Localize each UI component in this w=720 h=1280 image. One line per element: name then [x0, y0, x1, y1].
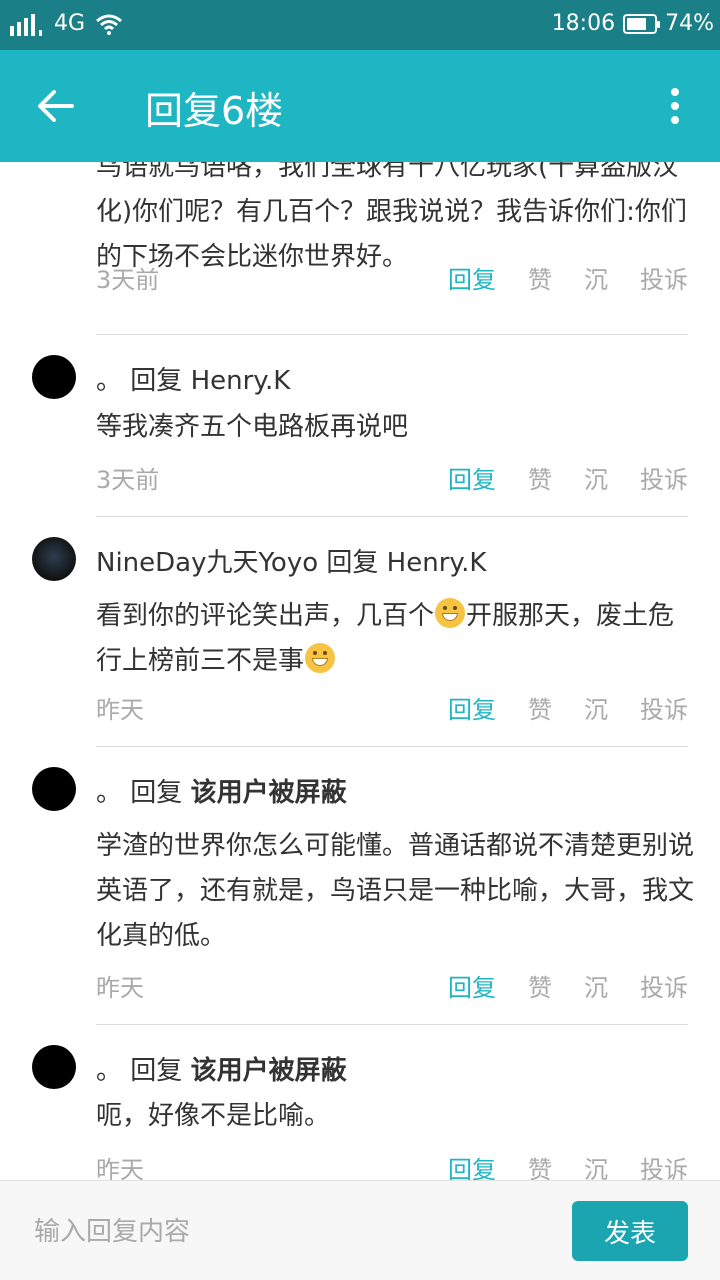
like-button[interactable]: 赞 [528, 690, 552, 725]
post-text: 看到你的评论笑出声，几百个 开服那天，废土危行上榜前三不是事 [96, 594, 696, 684]
reply-button[interactable]: 回复 [448, 1150, 496, 1180]
post-meta: 昨天 回复 赞 沉 投诉 [96, 968, 688, 1008]
report-button[interactable]: 投诉 [640, 1150, 688, 1180]
divider [96, 516, 688, 517]
battery-icon [623, 13, 661, 34]
like-button[interactable]: 赞 [528, 1150, 552, 1180]
reply-bar: 发表 [0, 1180, 720, 1280]
grin-emoji-icon [305, 643, 336, 673]
report-button[interactable]: 投诉 [640, 968, 688, 1003]
like-button[interactable]: 赞 [528, 460, 552, 495]
post-header: NineDay九天Yoyo 回复 Henry.K [96, 542, 486, 579]
sink-button[interactable]: 沉 [584, 690, 608, 725]
post-time: 昨天 [96, 1156, 144, 1180]
reply-word: 回复 [130, 1056, 183, 1086]
post-time: 3天前 [96, 466, 160, 494]
post-meta: 3天前 回复 赞 沉 投诉 [96, 460, 688, 500]
post-time: 昨天 [96, 696, 144, 724]
avatar[interactable] [32, 1045, 76, 1089]
post-meta: 昨天 回复 赞 沉 投诉 [96, 1150, 688, 1180]
network-type: 4G [54, 11, 86, 36]
like-button[interactable]: 赞 [528, 260, 552, 295]
reply-input[interactable] [32, 1211, 536, 1253]
post-text: 呃，好像不是比喻。 [96, 1101, 331, 1131]
post-text: 等我凑齐五个电路板再说吧 [96, 412, 409, 442]
post-text: 学渣的世界你怎么可能懂。普通话都说不清楚更别说英语了，还有就是，鸟语只是一种比喻… [96, 831, 695, 951]
sink-button[interactable]: 沉 [584, 1150, 608, 1180]
reply-target[interactable]: 该用户被屏蔽 [191, 778, 347, 808]
avatar[interactable] [32, 767, 76, 811]
post-time: 昨天 [96, 974, 144, 1002]
sink-button[interactable]: 沉 [584, 460, 608, 495]
divider [96, 1024, 688, 1025]
avatar[interactable] [32, 355, 76, 399]
post-text-part: 看到你的评论笑出声，几百个 [96, 601, 435, 631]
signal-icon [10, 13, 42, 36]
clock: 18:06 [551, 11, 616, 36]
reply-button[interactable]: 回复 [448, 260, 496, 295]
reply-button[interactable]: 回复 [448, 690, 496, 725]
reply-target[interactable]: Henry.K [191, 366, 291, 396]
username[interactable]: 。 [96, 778, 122, 808]
battery-percent: 74% [665, 11, 714, 36]
post-header: 。 回复 该用户被屏蔽 [96, 772, 347, 809]
report-button[interactable]: 投诉 [640, 460, 688, 495]
divider [96, 334, 688, 335]
reply-list[interactable]: 鸟语就鸟语咯，我们全球有十八亿玩家(十算盗版汉化)你们呢？有几百个？跟我说说？我… [0, 162, 720, 1180]
post-header: 。 回复 Henry.K [96, 360, 290, 397]
reply-word: 回复 [326, 548, 379, 578]
report-button[interactable]: 投诉 [640, 690, 688, 725]
reply-word: 回复 [130, 366, 183, 396]
grin-emoji-icon [435, 598, 466, 628]
post-header: 。 回复 该用户被屏蔽 [96, 1050, 347, 1087]
username[interactable]: NineDay九天Yoyo [96, 548, 318, 578]
reply-button[interactable]: 回复 [448, 460, 496, 495]
post-meta: 3天前 回复 赞 沉 投诉 [96, 260, 688, 300]
username[interactable]: 。 [96, 366, 122, 396]
reply-word: 回复 [130, 778, 183, 808]
sink-button[interactable]: 沉 [584, 968, 608, 1003]
sink-button[interactable]: 沉 [584, 260, 608, 295]
post-time: 3天前 [96, 266, 160, 294]
reply-target[interactable]: Henry.K [387, 548, 487, 578]
send-button[interactable]: 发表 [572, 1201, 688, 1261]
divider [96, 746, 688, 747]
wifi-icon [96, 14, 123, 35]
reply-target[interactable]: 该用户被屏蔽 [191, 1056, 347, 1086]
more-menu-icon[interactable] [670, 88, 680, 124]
report-button[interactable]: 投诉 [640, 260, 688, 295]
app-bar: 回复6楼 [0, 50, 720, 162]
post-meta: 昨天 回复 赞 沉 投诉 [96, 690, 688, 730]
reply-button[interactable]: 回复 [448, 968, 496, 1003]
like-button[interactable]: 赞 [528, 968, 552, 1003]
status-bar: 4G 18:06 74% [0, 0, 720, 50]
avatar[interactable] [32, 537, 76, 581]
page-title: 回复6楼 [145, 89, 284, 133]
username[interactable]: 。 [96, 1056, 122, 1086]
back-arrow-icon[interactable] [36, 88, 76, 124]
